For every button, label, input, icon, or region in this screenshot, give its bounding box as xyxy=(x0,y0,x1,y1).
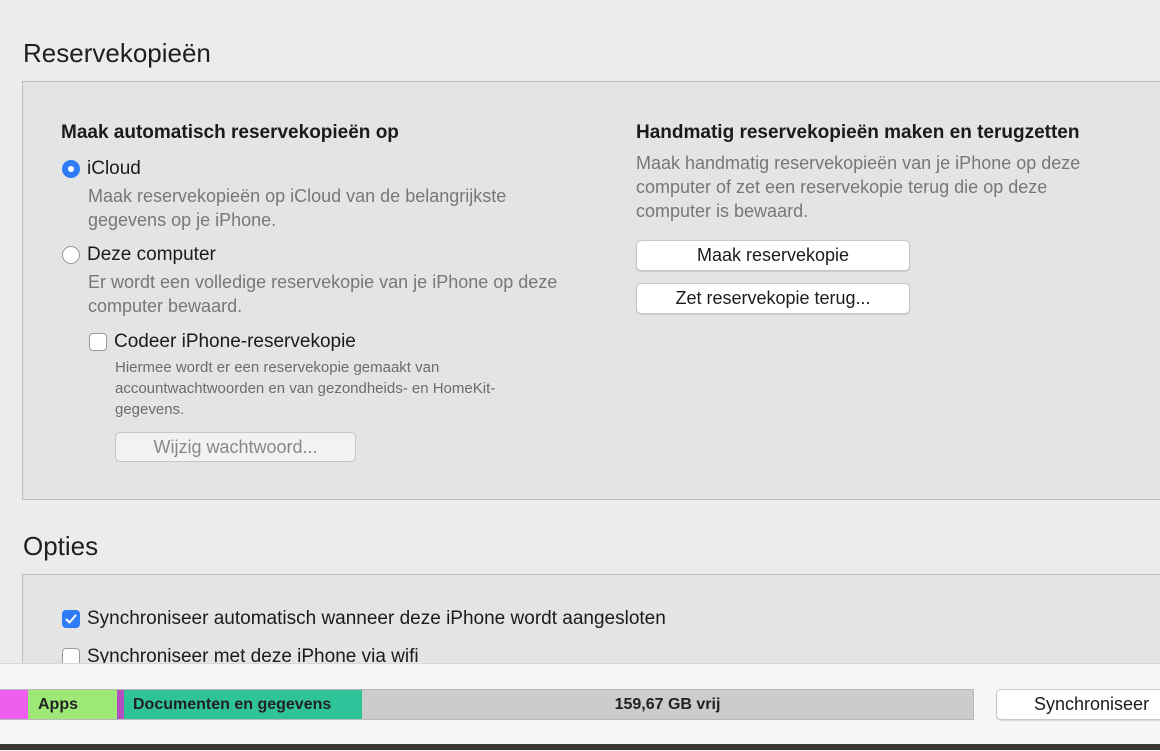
auto-sync-label[interactable]: Synchroniseer automatisch wanneer deze i… xyxy=(87,608,666,630)
this-computer-label[interactable]: Deze computer xyxy=(87,244,216,266)
storage-segment-other xyxy=(0,690,28,719)
backups-section-title: Reservekopieën xyxy=(23,38,211,68)
computer-desc-line1: Er wordt een volledige reservekopie van … xyxy=(88,272,558,292)
encrypt-backup-description: Hiermee wordt er een reservekopie gemaak… xyxy=(115,357,495,420)
encrypt-desc-line1: Hiermee wordt er een reservekopie gemaak… xyxy=(115,359,440,376)
storage-segment-misc xyxy=(117,690,124,719)
backups-panel: Maak automatisch reservekopieën op iClou… xyxy=(22,81,1160,500)
manual-backup-description: Maak handmatig reservekopieën van je iPh… xyxy=(636,151,1080,223)
storage-bar: Apps Documenten en gegevens 159,67 GB vr… xyxy=(0,689,974,720)
manual-desc-line3: computer is bewaard. xyxy=(636,201,809,221)
storage-free-label: 159,67 GB vrij xyxy=(614,695,721,713)
options-section-title: Opties xyxy=(23,531,99,561)
storage-segment-documents: Documenten en gegevens xyxy=(124,690,362,719)
icloud-description: Maak reservekopieën op iCloud van de bel… xyxy=(88,184,506,232)
storage-apps-label: Apps xyxy=(38,695,78,713)
this-computer-description: Er wordt een volledige reservekopie van … xyxy=(88,270,557,318)
encrypt-desc-line3: gegevens. xyxy=(115,401,185,418)
storage-segment-apps: Apps xyxy=(28,690,117,719)
auto-backup-heading: Maak automatisch reservekopieën op xyxy=(61,122,399,143)
manual-backup-heading: Handmatig reservekopieën maken en terugz… xyxy=(636,122,1080,143)
manual-desc-line1: Maak handmatig reservekopieën van je iPh… xyxy=(636,153,1081,173)
backup-now-button[interactable]: Maak reservekopie xyxy=(636,240,910,271)
encrypt-desc-line2: accountwachtwoorden en van gezondheids- … xyxy=(115,380,496,397)
computer-desc-line2: computer bewaard. xyxy=(88,296,243,316)
change-password-button[interactable]: Wijzig wachtwoord... xyxy=(115,432,356,462)
icloud-desc-line2: gegevens op je iPhone. xyxy=(88,210,277,230)
this-computer-radio[interactable] xyxy=(62,246,80,264)
window-bottom-edge xyxy=(0,744,1160,750)
storage-segment-free: 159,67 GB vrij xyxy=(362,690,973,719)
icloud-radio[interactable] xyxy=(62,160,80,178)
sync-button[interactable]: Synchroniseer xyxy=(996,689,1160,720)
manual-desc-line2: computer of zet een reservekopie terug d… xyxy=(636,177,1048,197)
auto-sync-checkbox[interactable] xyxy=(62,610,80,628)
icloud-desc-line1: Maak reservekopieën op iCloud van de bel… xyxy=(88,186,507,206)
restore-backup-button[interactable]: Zet reservekopie terug... xyxy=(636,283,910,314)
checkmark-icon xyxy=(65,614,77,624)
encrypt-backup-label[interactable]: Codeer iPhone-reservekopie xyxy=(114,331,356,353)
encrypt-backup-checkbox[interactable] xyxy=(89,333,107,351)
icloud-label[interactable]: iCloud xyxy=(87,158,141,180)
storage-documents-label: Documenten en gegevens xyxy=(133,695,332,713)
